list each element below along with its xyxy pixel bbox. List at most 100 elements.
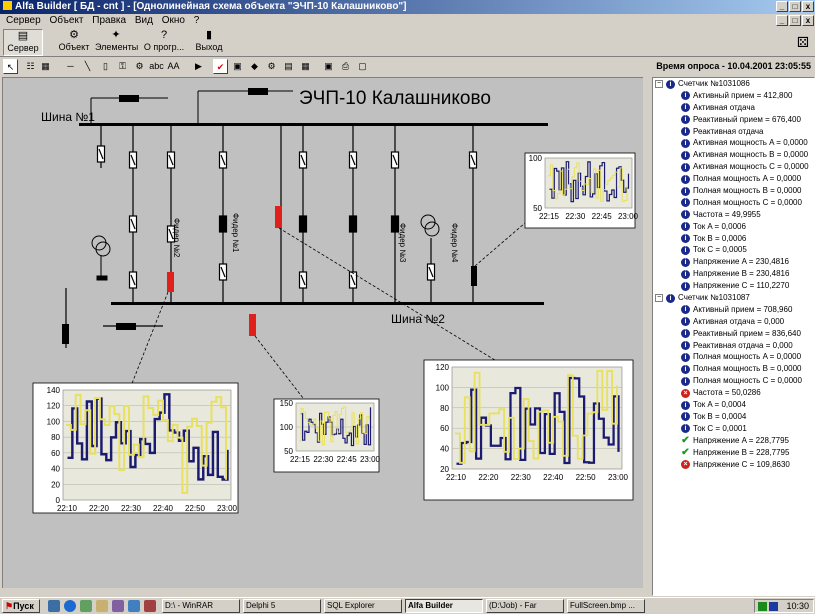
print-tool[interactable]: ⎙ xyxy=(338,59,353,74)
chart-large-1[interactable]: 14012010080604020022:10 22:20 22:30 22:40 22… xyxy=(32,382,239,514)
desktop-icon[interactable] xyxy=(48,600,60,612)
network-icon[interactable] xyxy=(128,600,140,612)
meter-node[interactable]: − i Счетчик №1031086 xyxy=(653,78,814,90)
vertical-scrollbar[interactable] xyxy=(643,77,650,596)
gear-tool[interactable]: ⚙ xyxy=(132,59,147,74)
tool-c[interactable]: ⚙ xyxy=(264,59,279,74)
meter-value-item[interactable]: i Ток A = 0,0004 xyxy=(653,399,814,411)
meter-value-item[interactable]: i Активная отдача = 0,000 xyxy=(653,316,814,328)
folder-icon[interactable] xyxy=(96,600,108,612)
meter-value-item[interactable]: i Активная отдача xyxy=(653,102,814,114)
meter-value-item[interactable]: i Напряжение A = 230,4816 xyxy=(653,256,814,268)
tool-b[interactable]: ◆ xyxy=(247,59,262,74)
meter-value-item[interactable]: i Активный прием = 708,960 xyxy=(653,304,814,316)
tray-lang-icon[interactable] xyxy=(769,602,778,611)
about-button[interactable]: ? О прогр... xyxy=(140,29,188,56)
save-tool[interactable]: ▣ xyxy=(321,59,336,74)
line-tool[interactable]: ─ xyxy=(63,59,78,74)
window-titlebar[interactable]: Alfa Builder [ БД - cnt ] - [Однолинейна… xyxy=(0,0,815,14)
meter-value-item[interactable]: i Активная мощность C = 0,0000 xyxy=(653,161,814,173)
meter-value-item[interactable]: i Активный прием = 412,800 xyxy=(653,90,814,102)
ie-icon[interactable] xyxy=(64,600,76,612)
tool-a[interactable]: ▣ xyxy=(230,59,245,74)
meter-value-item[interactable]: i Полная мощность B = 0,0000 xyxy=(653,185,814,197)
menu-edit[interactable]: Правка xyxy=(92,15,126,26)
meter-value-item[interactable]: i Ток B = 0,0004 xyxy=(653,411,814,423)
window-tool[interactable]: ▢ xyxy=(355,59,370,74)
meter-value-item[interactable]: i Напряжение C = 110,2270 xyxy=(653,280,814,292)
run-tool[interactable]: ▶ xyxy=(191,59,206,74)
mdi-minimize-button[interactable]: _ xyxy=(776,15,788,26)
meter-value-item[interactable]: ✔ Напряжение B = 228,7795 xyxy=(653,447,814,459)
menu-server[interactable]: Сервер xyxy=(6,15,41,26)
meter-value-item[interactable]: i Ток A = 0,0006 xyxy=(653,221,814,233)
task-far[interactable]: (D:\Job) - Far xyxy=(486,599,564,613)
diag-line-tool[interactable]: ╲ xyxy=(80,59,95,74)
menu-help[interactable]: ? xyxy=(194,15,200,26)
meter-value-item[interactable]: i Реактивный прием = 676,400 xyxy=(653,114,814,126)
chart-small-1[interactable]: 1005022:15 22:30 22:45 23:00 xyxy=(524,152,639,229)
tool-quick-icon[interactable] xyxy=(144,600,156,612)
font-tool[interactable]: AA xyxy=(166,59,181,74)
meter-value-item[interactable]: i Реактивная отдача xyxy=(653,126,814,138)
elements-button[interactable]: ✦ Элементы xyxy=(95,29,138,56)
tree-tool[interactable]: ☷ xyxy=(23,59,38,74)
meter-value-item[interactable]: i Полная мощность A = 0,0000 xyxy=(653,351,814,363)
task-sql-explorer[interactable]: SQL Explorer xyxy=(324,599,402,613)
meter-value-item[interactable]: i Реактивный прием = 836,640 xyxy=(653,328,814,340)
task-delphi[interactable]: Delphi 5 xyxy=(243,599,321,613)
meter-value-item[interactable]: i Ток C = 0,0001 xyxy=(653,423,814,435)
meter-value-item[interactable]: i Полная мощность C = 0,0000 xyxy=(653,197,814,209)
task-fullscreen[interactable]: FullScreen.bmp ... xyxy=(567,599,645,613)
server-button[interactable]: ▤ Сервер xyxy=(3,29,43,56)
chart-tool[interactable]: ▤ xyxy=(281,59,296,74)
meter-value-item[interactable]: ✔ Напряжение A = 228,7795 xyxy=(653,435,814,447)
diagram-canvas[interactable]: ЭЧП-10 Калашниково Шина №1 Шина №2 Фидер… xyxy=(2,77,649,596)
task-alfa-builder[interactable]: Alfa Builder xyxy=(405,599,483,613)
meter-value-item[interactable]: × Частота = 50,0286 xyxy=(653,387,814,399)
grid-tool[interactable]: ▦ xyxy=(38,59,53,74)
menu-window[interactable]: Окно xyxy=(162,15,185,26)
meter-value-item[interactable]: i Напряжение B = 230,4816 xyxy=(653,268,814,280)
meter-tree[interactable]: − i Счетчик №1031086 i Активный прием = 412,… xyxy=(652,77,815,596)
meter-value-item[interactable]: i Активная мощность A = 0,0000 xyxy=(653,137,814,149)
minimize-button[interactable]: _ xyxy=(776,1,788,12)
meter-value-item[interactable]: i Реактивная отдача = 0,000 xyxy=(653,340,814,352)
app-quick-icon[interactable] xyxy=(112,600,124,612)
mdi-close-button[interactable]: x xyxy=(802,15,814,26)
exit-button[interactable]: ▮ Выход xyxy=(192,29,226,56)
horizontal-scrollbar[interactable] xyxy=(2,588,650,596)
start-button[interactable]: ⚑Пуск xyxy=(2,599,40,613)
meter-tool[interactable]: ▯ xyxy=(98,59,113,74)
key-tool[interactable]: ⚿ xyxy=(115,59,130,74)
chart-large-2[interactable]: 1201008060402022:10 22:20 22:30 22:40 22:50 2… xyxy=(423,359,634,501)
close-button[interactable]: x xyxy=(802,1,814,12)
meter-value-item[interactable]: i Полная мощность A = 0,0000 xyxy=(653,173,814,185)
menu-view[interactable]: Вид xyxy=(135,15,153,26)
task-winrar[interactable]: D:\ - WinRAR xyxy=(162,599,240,613)
mdi-restore-button[interactable]: □ xyxy=(789,15,801,26)
breaker-left[interactable] xyxy=(62,324,69,344)
meter-value-item[interactable]: i Частота = 49,9955 xyxy=(653,209,814,221)
dice-icon[interactable]: ⚄ xyxy=(797,34,809,51)
meter-value-item[interactable]: i Полная мощность B = 0,0000 xyxy=(653,363,814,375)
meter-value-item[interactable]: i Ток C = 0,0005 xyxy=(653,244,814,256)
pointer-tool[interactable]: ↖ xyxy=(3,59,18,74)
breaker-top-1[interactable] xyxy=(119,95,139,102)
breaker-bottom-left[interactable] xyxy=(116,323,136,330)
check-tool[interactable]: ✔ xyxy=(213,59,228,74)
text-tool[interactable]: abc xyxy=(149,59,164,74)
meter-value-item[interactable]: i Ток B = 0,0006 xyxy=(653,233,814,245)
meter-value-item[interactable]: × Напряжение C = 109,8630 xyxy=(653,459,814,471)
maximize-button[interactable]: □ xyxy=(789,1,801,12)
breaker-top-2[interactable] xyxy=(248,88,268,95)
outlook-icon[interactable] xyxy=(80,600,92,612)
collapse-toggle[interactable]: − xyxy=(655,80,663,88)
meter-value-item[interactable]: i Активная мощность B = 0,0000 xyxy=(653,149,814,161)
graph-tool[interactable]: ▦ xyxy=(298,59,313,74)
tray-app-icon[interactable] xyxy=(758,602,767,611)
menu-object[interactable]: Объект xyxy=(49,15,83,26)
collapse-toggle[interactable]: − xyxy=(655,294,663,303)
meter-node[interactable]: − i Счетчик №1031087 xyxy=(653,292,814,304)
object-button[interactable]: ⚙ Объект xyxy=(55,29,93,56)
